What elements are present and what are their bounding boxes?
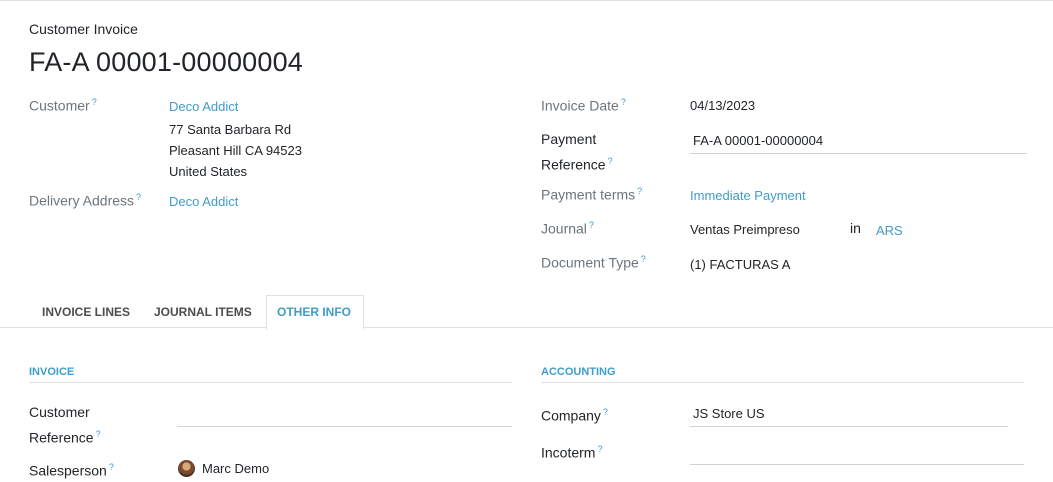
customer-label-text: Customer: [29, 97, 90, 114]
payment-reference-input[interactable]: FA-A 00001-00000004: [690, 133, 1027, 154]
help-icon[interactable]: ?: [597, 444, 602, 454]
incoterm-input[interactable]: [690, 444, 1024, 465]
help-icon[interactable]: ?: [109, 462, 114, 472]
company-label: Company?: [541, 401, 608, 427]
customer-reference-label-line: Customer: [29, 404, 90, 420]
incoterm-label-text: Incoterm: [541, 444, 596, 461]
avatar: [178, 460, 195, 477]
help-icon[interactable]: ?: [136, 192, 141, 202]
help-icon[interactable]: ?: [92, 97, 97, 107]
document-type-label: Document Type?: [541, 254, 646, 271]
company-input[interactable]: JS Store US: [690, 406, 1008, 427]
payment-reference-label-line: Reference: [541, 156, 606, 173]
top-border: [0, 0, 1053, 1]
address-line: Pleasant Hill CA 94523: [169, 143, 302, 158]
customer-label: Customer?: [29, 97, 97, 114]
help-icon[interactable]: ?: [603, 407, 608, 417]
delivery-address-label: Delivery Address?: [29, 192, 141, 209]
help-icon[interactable]: ?: [96, 429, 101, 439]
customer-reference-label-line: Reference: [29, 429, 94, 446]
delivery-address-link[interactable]: Deco Addict: [169, 194, 238, 209]
tab-other-info[interactable]: OTHER INFO: [277, 305, 351, 319]
incoterm-label: Incoterm?: [541, 438, 602, 464]
customer-reference-input[interactable]: [177, 406, 512, 427]
salesperson-value[interactable]: Marc Demo: [202, 461, 269, 476]
journal-label-text: Journal: [541, 220, 587, 237]
payment-terms-label-text: Payment terms: [541, 186, 636, 203]
help-icon[interactable]: ?: [608, 156, 613, 166]
payment-terms-label: Payment terms?: [541, 186, 642, 203]
delivery-address-label-text: Delivery Address: [29, 192, 135, 209]
help-icon[interactable]: ?: [621, 97, 626, 107]
journal-label: Journal?: [541, 220, 594, 237]
record-type-caption: Customer Invoice: [29, 21, 138, 37]
address-line: United States: [169, 164, 248, 179]
journal-value[interactable]: Ventas Preimpreso: [690, 222, 800, 237]
document-type-label-text: Document Type: [541, 254, 639, 271]
address-line: 77 Santa Barbara Rd: [169, 122, 292, 137]
journal-currency-link[interactable]: ARS: [876, 223, 903, 238]
document-type-value[interactable]: (1) FACTURAS A: [690, 257, 790, 272]
page-title: FA-A 00001-00000004: [29, 47, 304, 77]
payment-terms-link[interactable]: Immediate Payment: [690, 188, 806, 203]
customer-address: 77 Santa Barbara Rd Pleasant Hill CA 945…: [169, 119, 302, 182]
invoice-section-title: INVOICE: [29, 366, 75, 378]
company-label-text: Company: [541, 407, 601, 424]
invoice-date-label: Invoice Date?: [541, 97, 626, 114]
help-icon[interactable]: ?: [641, 254, 646, 264]
tab-invoice-lines[interactable]: INVOICE LINES: [42, 305, 130, 319]
payment-reference-label-line: Payment: [541, 131, 597, 147]
customer-reference-label: Customer Reference?: [29, 401, 101, 449]
customer-link[interactable]: Deco Addict: [169, 99, 238, 114]
salesperson-label-text: Salesperson: [29, 462, 107, 479]
salesperson-label: Salesperson?: [29, 456, 114, 482]
tabs-divider: [0, 327, 1053, 328]
help-icon[interactable]: ?: [637, 186, 642, 196]
invoice-section-divider: [29, 382, 512, 383]
help-icon[interactable]: ?: [589, 220, 594, 230]
journal-in-text: in: [850, 220, 861, 236]
tab-journal-items[interactable]: JOURNAL ITEMS: [154, 305, 252, 319]
invoice-date-value[interactable]: 04/13/2023: [690, 98, 755, 113]
invoice-date-label-text: Invoice Date: [541, 97, 619, 114]
accounting-section-divider: [541, 382, 1024, 383]
payment-reference-label: Payment Reference?: [541, 128, 613, 176]
accounting-section-title: ACCOUNTING: [541, 366, 616, 378]
